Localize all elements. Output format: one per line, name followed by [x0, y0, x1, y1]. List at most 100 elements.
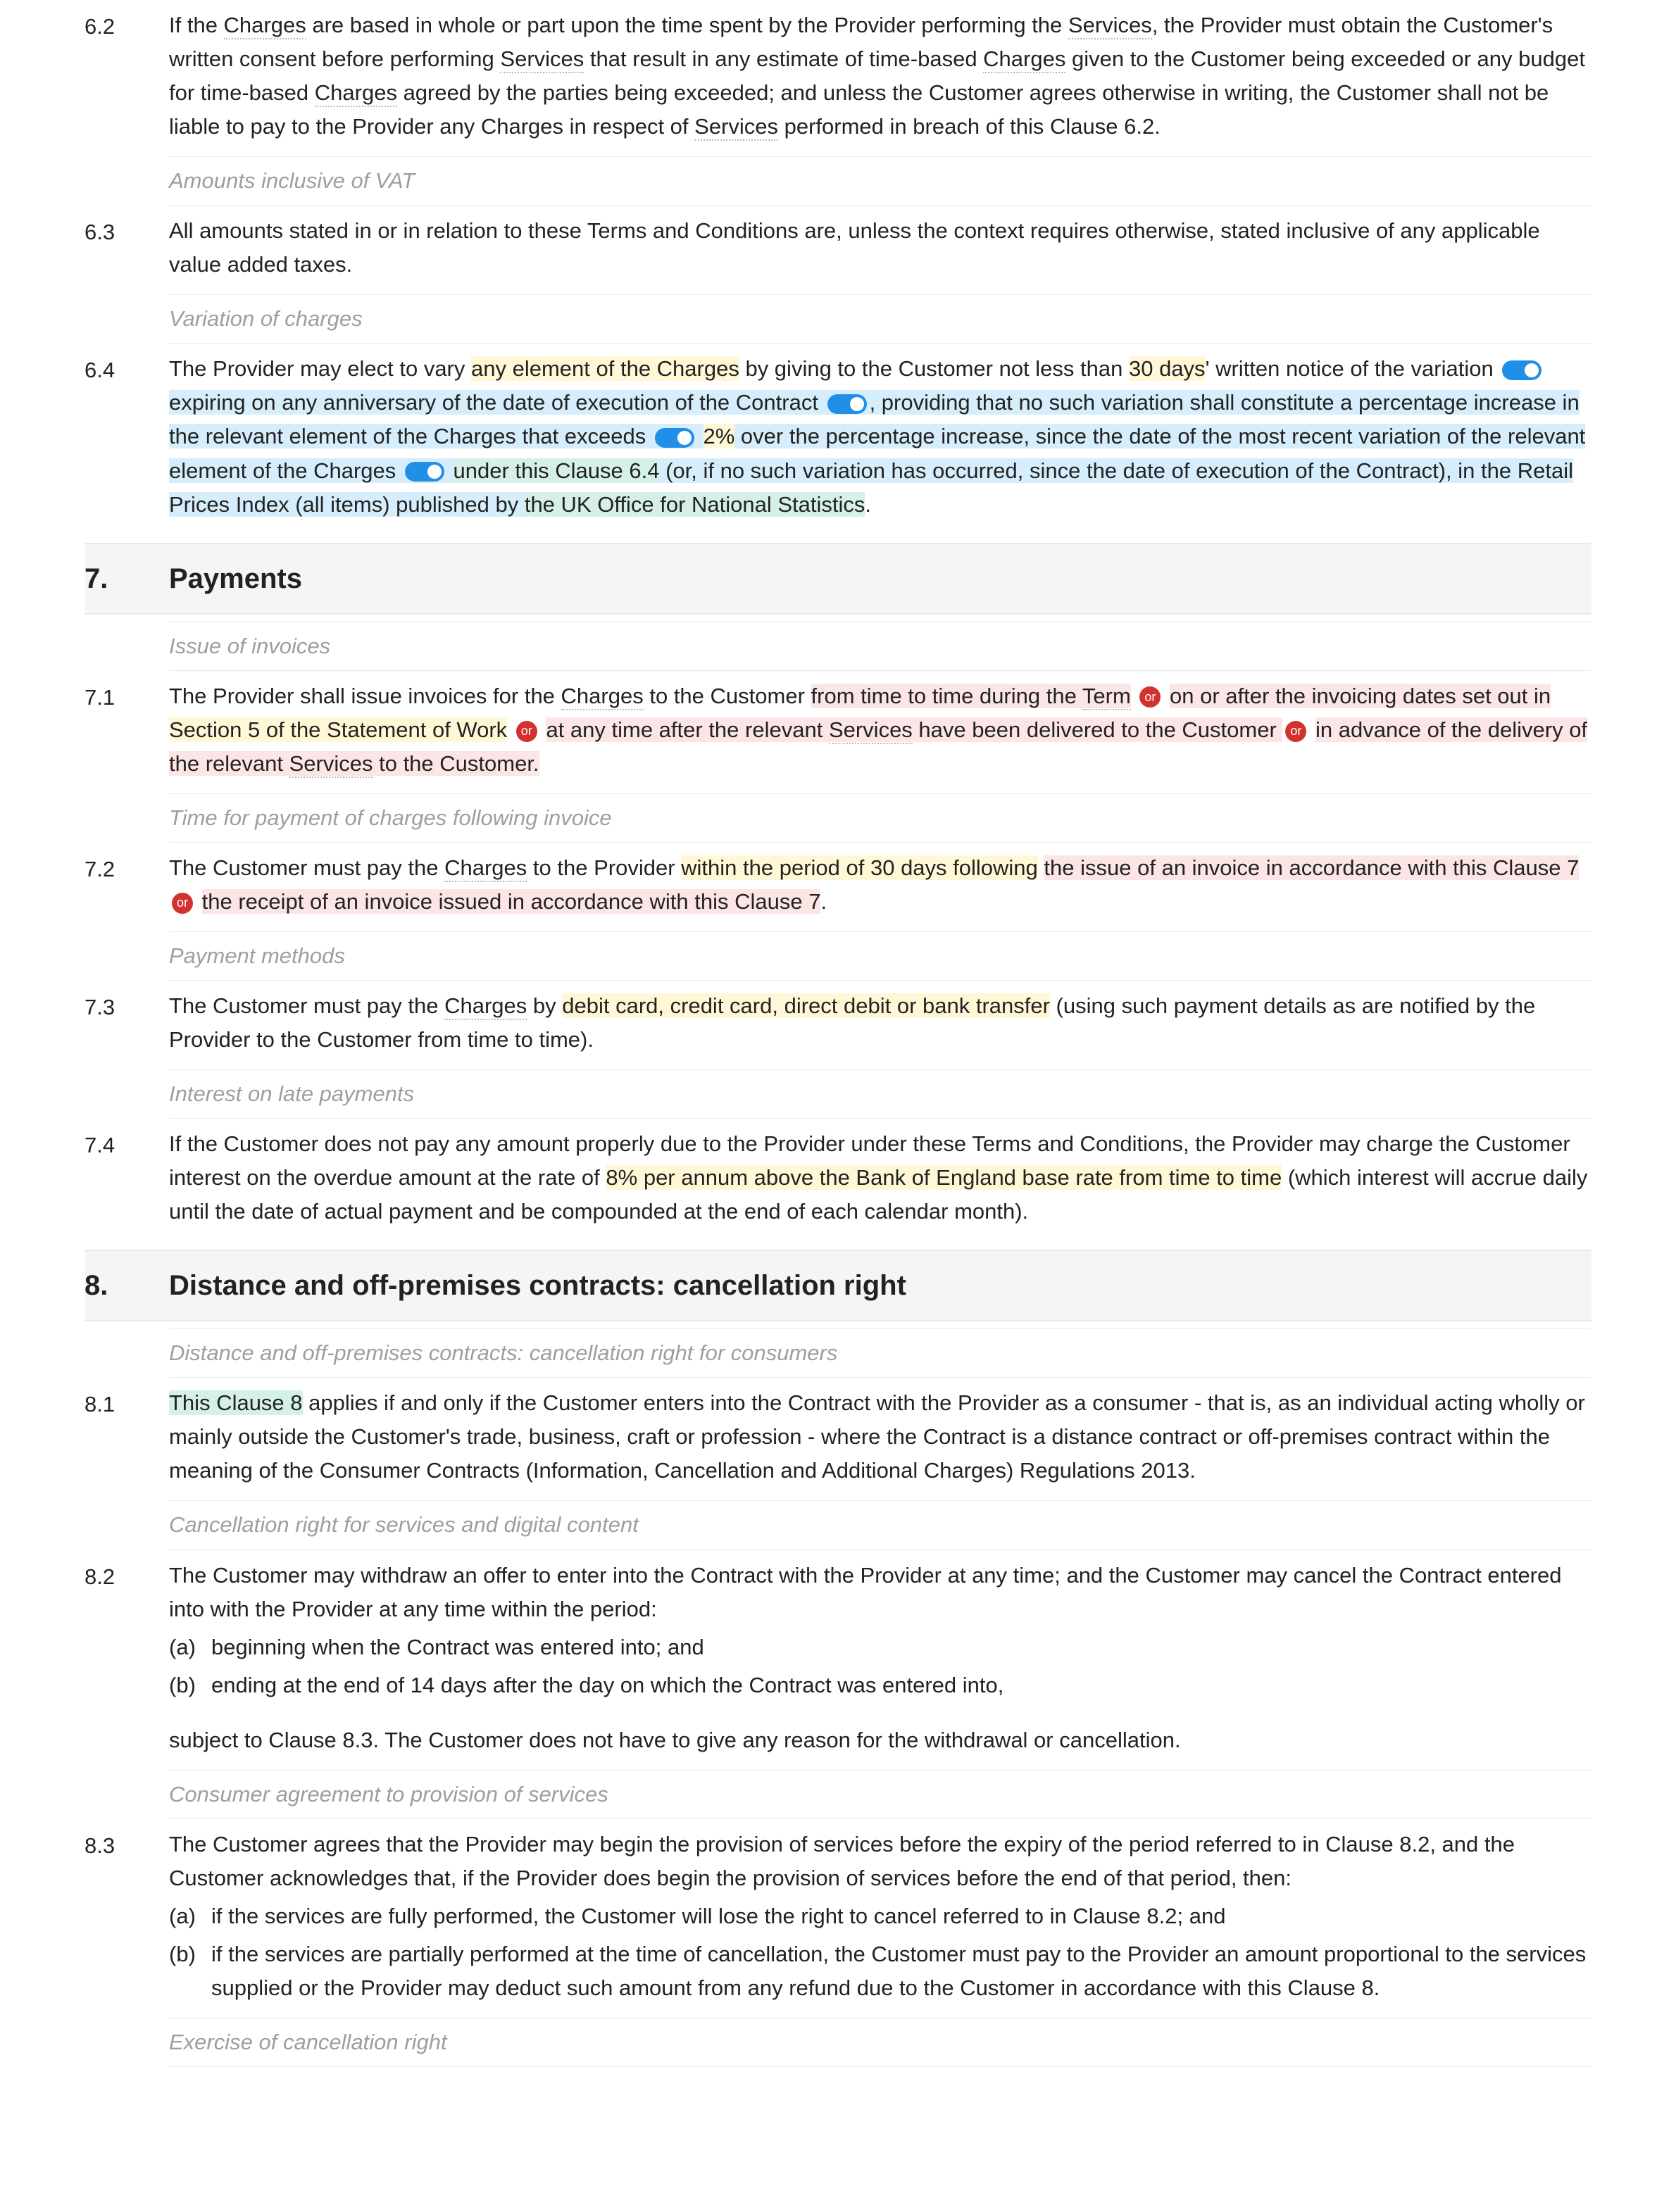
clause-body: The Provider may elect to vary any eleme… — [169, 352, 1591, 521]
section-number: 8. — [85, 1264, 169, 1307]
optional-ref[interactable]: This Clause 8 — [169, 1390, 303, 1415]
clause-note: Cancellation right for services and digi… — [169, 1500, 1591, 1550]
text: The Provider shall issue invoices for th… — [169, 684, 561, 708]
clause-body: The Provider shall issue invoices for th… — [169, 679, 1591, 781]
text: on or after the invoicing dates set out … — [1170, 684, 1551, 708]
option-toggle[interactable] — [827, 394, 867, 414]
section-7-header: 7. Payments — [85, 543, 1591, 615]
clause-7-1: 7.1 The Provider shall issue invoices fo… — [85, 679, 1591, 781]
defined-term[interactable]: Services — [1068, 13, 1152, 39]
text: to the Customer. — [373, 751, 539, 776]
sub-number: (b) — [169, 1669, 211, 1702]
clause-number: 7.1 — [85, 679, 169, 781]
clause-note: Amounts inclusive of VAT — [169, 156, 1591, 206]
clause-number: 7.3 — [85, 989, 169, 1057]
sub-item-a: (a)if the services are fully performed, … — [169, 1899, 1591, 1933]
clause-7-3: 7.3 The Customer must pay the Charges by… — [85, 989, 1591, 1057]
clause-body: This Clause 8 applies if and only if the… — [169, 1386, 1591, 1488]
or-badge[interactable]: or — [1139, 686, 1161, 708]
text: from time to time during the — [811, 684, 1082, 708]
defined-term[interactable]: Services — [289, 751, 373, 778]
optional-ref[interactable]: the UK Office for National Statistics — [525, 492, 865, 517]
defined-term[interactable]: Services — [829, 717, 913, 744]
text: The Customer agrees that the Provider ma… — [169, 1828, 1591, 1895]
clause-8-3: 8.3 The Customer agrees that the Provide… — [85, 1828, 1591, 2005]
defined-term[interactable]: Services — [694, 114, 778, 141]
section-title: Distance and off-premises contracts: can… — [169, 1264, 906, 1307]
clause-number: 6.2 — [85, 8, 169, 144]
editable-field[interactable]: debit card, credit card, direct debit or… — [562, 993, 1050, 1018]
optional-text[interactable]: expiring on any anniversary of the date … — [169, 390, 1585, 516]
defined-term[interactable]: Charges — [315, 80, 397, 107]
option-text[interactable]: from time to time during the Term — [811, 684, 1131, 708]
option-toggle[interactable] — [1502, 360, 1541, 380]
option-text[interactable]: the receipt of an invoice issued in acco… — [202, 889, 821, 914]
optional-ref[interactable]: under this Clause 6.4 — [453, 458, 659, 483]
text: that result in any estimate of time-base… — [584, 46, 983, 71]
clause-number: 8.2 — [85, 1559, 169, 1757]
clause-body: The Customer may withdraw an offer to en… — [169, 1559, 1591, 1757]
defined-term[interactable]: Charges — [444, 855, 527, 882]
clause-number: 6.4 — [85, 352, 169, 521]
clause-number: 6.3 — [85, 214, 169, 282]
section-title: Payments — [169, 557, 302, 601]
option-text[interactable]: at any time after the relevant Services … — [546, 717, 1282, 742]
clause-note: Variation of charges — [169, 294, 1591, 344]
option-toggle[interactable] — [655, 428, 694, 448]
text: The Customer must pay the — [169, 993, 444, 1018]
text: by giving to the Customer not less than — [739, 356, 1129, 381]
editable-field[interactable]: within the period of 30 days following — [681, 855, 1038, 880]
text: The Customer must pay the — [169, 855, 444, 880]
clause-6-3: 6.3 All amounts stated in or in relation… — [85, 214, 1591, 282]
sub-text: beginning when the Contract was entered … — [211, 1630, 704, 1664]
clause-6-4: 6.4 The Provider may elect to vary any e… — [85, 352, 1591, 521]
sub-number: (a) — [169, 1899, 211, 1933]
section-8-header: 8. Distance and off-premises contracts: … — [85, 1250, 1591, 1321]
clause-note: Interest on late payments — [169, 1069, 1591, 1119]
option-toggle[interactable] — [405, 462, 444, 482]
text: The Customer may withdraw an offer to en… — [169, 1559, 1591, 1626]
clause-body: All amounts stated in or in relation to … — [169, 214, 1591, 282]
sub-text: if the services are partially performed … — [211, 1937, 1591, 2005]
defined-term[interactable]: Services — [500, 46, 584, 73]
or-badge[interactable]: or — [1285, 721, 1306, 742]
text: performed in breach of this Clause 6.2. — [778, 114, 1161, 139]
sub-item-a: (a)beginning when the Contract was enter… — [169, 1630, 1591, 1664]
editable-field[interactable]: any element of the Charges — [471, 356, 739, 381]
clause-note: Time for payment of charges following in… — [169, 793, 1591, 843]
clause-number: 8.3 — [85, 1828, 169, 2005]
defined-term[interactable]: Charges — [444, 993, 527, 1020]
sub-number: (b) — [169, 1937, 211, 2005]
editable-field[interactable]: 30 days — [1129, 356, 1206, 381]
editable-field[interactable]: 2% — [703, 424, 735, 448]
text: to the Provider — [527, 855, 681, 880]
text: subject to Clause 8.3. The Customer does… — [169, 1723, 1591, 1757]
text: have been delivered to the Customer — [913, 717, 1283, 742]
sub-item-b: (b)if the services are partially perform… — [169, 1937, 1591, 2005]
clause-body: The Customer must pay the Charges by deb… — [169, 989, 1591, 1057]
clause-7-4: 7.4 If the Customer does not pay any amo… — [85, 1127, 1591, 1228]
clause-6-2: 6.2 If the Charges are based in whole or… — [85, 8, 1591, 144]
editable-field[interactable]: Section 5 of the Statement of Work — [169, 717, 507, 742]
text: ' written notice of the variation — [1206, 356, 1500, 381]
clause-7-2: 7.2 The Customer must pay the Charges to… — [85, 851, 1591, 919]
clause-note: Consumer agreement to provision of servi… — [169, 1770, 1591, 1819]
option-text[interactable]: the issue of an invoice in accordance wi… — [1044, 855, 1579, 880]
clause-number: 7.2 — [85, 851, 169, 919]
text: are based in whole or part upon the time… — [306, 13, 1068, 37]
defined-term[interactable]: Charges — [983, 46, 1065, 73]
or-badge[interactable]: or — [172, 893, 193, 914]
clause-note: Exercise of cancellation right — [169, 2018, 1591, 2067]
defined-term[interactable]: Charges — [224, 13, 306, 39]
text: . — [865, 492, 871, 517]
or-badge[interactable]: or — [516, 721, 537, 742]
clause-body: If the Charges are based in whole or par… — [169, 8, 1591, 144]
clause-number: 8.1 — [85, 1386, 169, 1488]
defined-term[interactable]: Term — [1082, 684, 1131, 710]
text: The Provider may elect to vary — [169, 356, 471, 381]
clause-body: If the Customer does not pay any amount … — [169, 1127, 1591, 1228]
defined-term[interactable]: Charges — [561, 684, 644, 710]
editable-field[interactable]: 8% per annum above the Bank of England b… — [606, 1165, 1282, 1190]
text: by — [527, 993, 562, 1018]
text: to the Customer — [644, 684, 811, 708]
